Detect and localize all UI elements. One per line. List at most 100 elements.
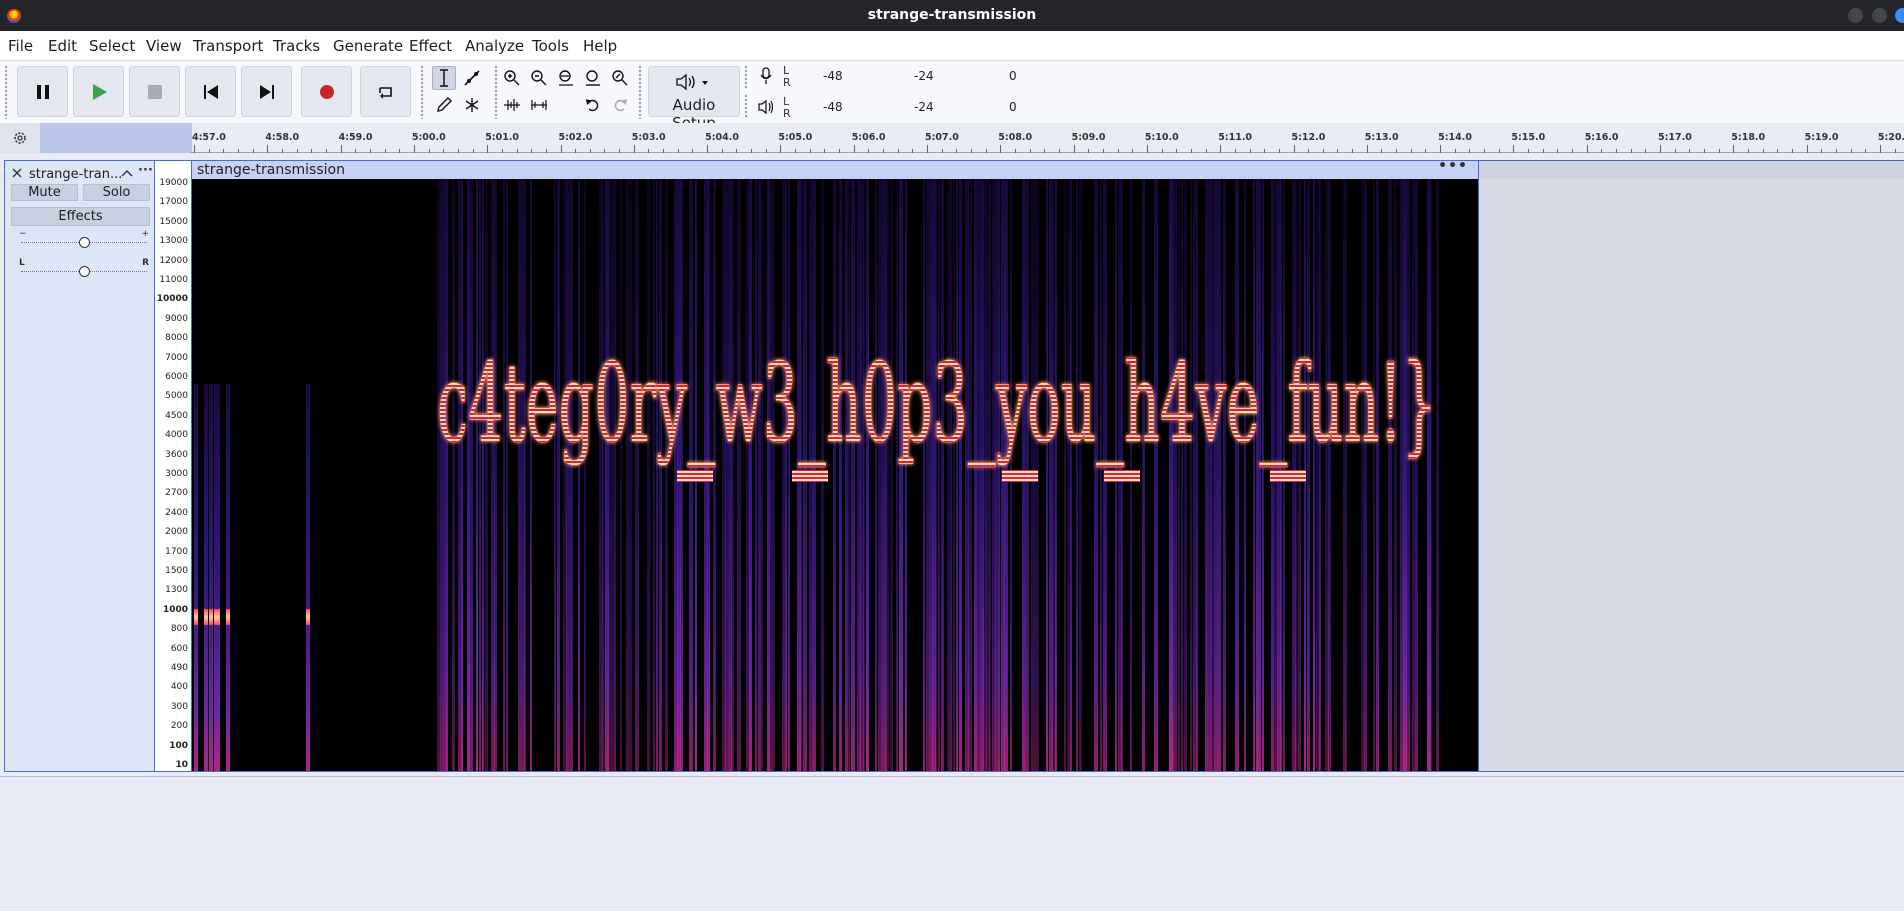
frequency-label: 11000 <box>159 275 188 285</box>
pan-slider[interactable]: L R <box>19 258 149 278</box>
microphone-icon[interactable] <box>758 67 774 85</box>
maximize-button[interactable] <box>1872 8 1887 23</box>
skip-to-end-button[interactable] <box>241 66 292 117</box>
timeline-ruler[interactable]: 4:57.0 4:58.0 4:59.0 5:00.0 5:01.0 5:02.0 5:03… <box>0 123 1904 153</box>
collapse-track-icon[interactable] <box>121 168 133 178</box>
skip-to-start-button[interactable] <box>185 66 236 117</box>
pause-button[interactable] <box>17 66 68 117</box>
track-menu-button[interactable]: ··· <box>138 163 153 178</box>
ruler-tick-label: 5:02.0 <box>558 132 593 143</box>
spectrogram-hidden-text: c4teg0ry_w3_h0p3_you_h4ve_fun!} <box>437 339 1437 467</box>
undo-button[interactable] <box>581 93 605 117</box>
frequency-label: 800 <box>170 624 188 635</box>
spectrogram-band <box>1256 179 1259 771</box>
menu-effect[interactable]: Effect <box>409 37 452 55</box>
recording-meter[interactable]: L R -48 -24 0 <box>783 63 1029 88</box>
spectrogram-band <box>1343 179 1347 771</box>
menu-help[interactable]: Help <box>583 37 617 55</box>
ruler-tick-label: 5:08.0 <box>998 132 1033 143</box>
pause-icon <box>36 84 49 99</box>
spectrogram-band <box>1376 179 1379 771</box>
multi-tool[interactable] <box>460 93 484 117</box>
solo-button[interactable]: Solo <box>83 184 150 201</box>
draw-tool[interactable] <box>432 93 456 117</box>
minimize-button[interactable] <box>1848 8 1863 23</box>
close-track-icon[interactable] <box>12 168 22 178</box>
spectrogram-hotspot <box>226 609 230 625</box>
spectrogram-band <box>881 179 884 771</box>
frequency-label: 1000 <box>162 604 188 615</box>
redo-button[interactable] <box>608 93 632 117</box>
spectrogram[interactable]: c4teg0ry_w3_h0p3_you_h4ve_fun!} <box>192 179 1478 771</box>
window-title: strange-transmission <box>867 7 1037 23</box>
record-button[interactable] <box>301 66 352 117</box>
menu-analyze[interactable]: Analyze <box>465 37 524 55</box>
stop-button[interactable] <box>129 66 180 117</box>
speaker-dropdown-icon <box>676 73 708 91</box>
spectrogram-band <box>1046 179 1048 771</box>
spectrogram-band <box>1070 179 1072 771</box>
spectrogram-band <box>1364 179 1367 771</box>
zoom-in-button[interactable] <box>500 66 524 90</box>
clip-header[interactable]: strange-transmission ••• <box>192 158 1478 179</box>
timeline-settings-button[interactable] <box>0 123 40 153</box>
spectrogram-band <box>1181 179 1183 771</box>
meter-right-label: R <box>783 76 791 89</box>
spectrogram-band <box>1430 179 1432 771</box>
trim-button[interactable] <box>500 93 524 117</box>
toolbar-grip[interactable] <box>420 65 424 119</box>
frequency-label: 200 <box>170 721 188 732</box>
envelope-icon <box>464 70 480 86</box>
toolbar-grip[interactable] <box>638 65 642 119</box>
toolbar-grip[interactable] <box>494 65 498 119</box>
envelope-tool[interactable] <box>460 66 484 90</box>
spectrogram-band <box>770 179 773 771</box>
track-control-panel: strange-tran... ··· Mute Solo Effects − … <box>4 160 154 772</box>
clip-menu-button[interactable]: ••• <box>1438 158 1468 174</box>
toolbar-grip[interactable] <box>744 94 748 118</box>
close-window-button[interactable] <box>1895 8 1904 23</box>
audio-clip[interactable]: strange-transmission ••• c4teg0ry_w3_h0p… <box>191 158 1479 772</box>
spectrogram-band <box>995 179 998 771</box>
zoom-out-button[interactable] <box>527 66 551 90</box>
spectrogram-hotspot <box>194 609 198 625</box>
track-empty-region[interactable] <box>1479 160 1904 772</box>
menu-transport[interactable]: Transport <box>193 37 263 55</box>
audio-setup-button[interactable]: Audio Setup <box>648 66 740 132</box>
pan-slider-knob[interactable] <box>79 266 90 277</box>
gain-slider-knob[interactable] <box>79 237 90 248</box>
menu-select[interactable]: Select <box>89 37 135 55</box>
frequency-label: 100 <box>169 740 188 751</box>
track-name[interactable]: strange-tran... <box>29 167 122 182</box>
toolbar-grip[interactable] <box>4 65 8 119</box>
effects-button[interactable]: Effects <box>11 207 150 226</box>
menu-tracks[interactable]: Tracks <box>273 37 320 55</box>
mute-button[interactable]: Mute <box>11 184 78 201</box>
menu-generate[interactable]: Generate <box>333 37 403 55</box>
selection-tool[interactable] <box>432 66 456 90</box>
spectrogram-band <box>665 179 668 771</box>
spectrogram-band <box>923 179 925 771</box>
menu-view[interactable]: View <box>146 37 182 55</box>
toolbar-grip[interactable] <box>744 65 748 89</box>
menu-edit[interactable]: Edit <box>48 37 77 55</box>
spectrogram-band <box>440 179 443 771</box>
menu-file[interactable]: File <box>8 37 33 55</box>
spectrogram-band <box>758 179 761 771</box>
gain-slider[interactable]: − + <box>19 229 149 249</box>
empty-project-area[interactable] <box>0 776 1904 911</box>
spectrogram-hotspot <box>204 609 208 625</box>
fit-project-button[interactable] <box>581 66 605 90</box>
ruler-tick-label: 4:57.0 <box>192 132 226 143</box>
playback-speaker-icon[interactable] <box>757 99 775 115</box>
fit-selection-button[interactable] <box>554 66 578 90</box>
play-button[interactable] <box>73 66 124 117</box>
spectrogram-band <box>1094 179 1098 771</box>
playback-meter[interactable]: L R -48 -24 0 <box>783 94 1029 119</box>
zoom-toggle-button[interactable] <box>608 66 632 90</box>
loop-button[interactable] <box>360 66 411 117</box>
spectrogram-hotspot <box>306 609 310 625</box>
menu-tools[interactable]: Tools <box>532 37 569 55</box>
silence-button[interactable] <box>527 93 551 117</box>
gear-icon <box>14 132 26 144</box>
